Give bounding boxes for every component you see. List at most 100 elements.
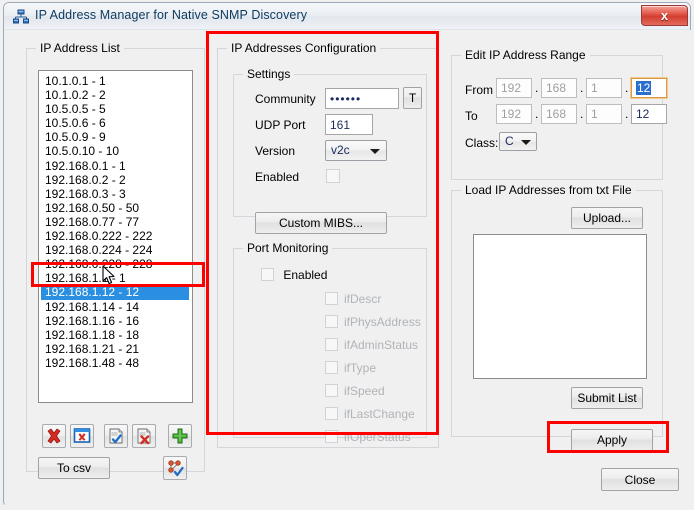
range-from-octet-4[interactable]: 12 <box>631 78 667 98</box>
add-plus-icon <box>171 427 189 445</box>
port-monitoring-enabled-label: Enabled <box>283 268 327 282</box>
class-chevron-down-icon <box>521 140 531 145</box>
range-from-octet-1[interactable]: 192 <box>496 78 532 98</box>
port-option-row[interactable]: ifAdminStatus <box>325 338 418 352</box>
list-item[interactable]: 192.168.1.14 - 14 <box>43 300 190 314</box>
apply-button[interactable]: Apply <box>571 429 653 451</box>
settings-enabled-checkbox[interactable] <box>326 169 340 183</box>
port-option-row[interactable]: ifDescr <box>325 292 381 306</box>
custom-mibs-button-label: Custom MIBS... <box>279 216 363 230</box>
port-option-label: ifPhysAddress <box>344 315 421 329</box>
upload-button[interactable]: Upload... <box>571 207 643 229</box>
list-item[interactable]: 192.168.0.3 - 3 <box>43 187 190 201</box>
close-button[interactable]: Close <box>601 468 679 491</box>
range-to-octet-4[interactable]: 12 <box>631 104 667 124</box>
delete-all-icon <box>73 427 91 445</box>
submit-list-button[interactable]: Submit List <box>571 387 643 409</box>
settings-group-title: Settings <box>243 67 294 81</box>
range-to-dot-3: . <box>625 104 628 124</box>
port-option-row[interactable]: ifOperStatus <box>325 430 411 444</box>
range-from-octet-3[interactable]: 1 <box>586 78 622 98</box>
submit-list-button-label: Submit List <box>577 391 636 405</box>
list-item[interactable]: 192.168.0.224 - 224 <box>43 243 190 257</box>
application-window: IP Address Manager for Native SNMP Disco… <box>0 0 694 510</box>
version-select-value: v2c <box>331 143 350 157</box>
configuration-group-title: IP Addresses Configuration <box>227 41 380 55</box>
title-bar: IP Address Manager for Native SNMP Disco… <box>4 3 690 30</box>
custom-mibs-button[interactable]: Custom MIBS... <box>255 212 387 234</box>
close-window-button[interactable]: x <box>641 5 688 26</box>
port-monitoring-enabled-checkbox[interactable] <box>261 268 274 281</box>
port-option-checkbox <box>325 292 338 305</box>
list-item[interactable]: 192.168.0.77 - 77 <box>43 215 190 229</box>
range-to-dot-2: . <box>580 104 583 124</box>
list-item[interactable]: 10.5.0.6 - 6 <box>43 116 190 130</box>
port-option-label: ifOperStatus <box>344 430 411 444</box>
port-option-checkbox <box>325 430 338 443</box>
list-item[interactable]: 192.168.0.50 - 50 <box>43 201 190 215</box>
port-monitoring-group-title: Port Monitoring <box>243 241 332 255</box>
port-option-row[interactable]: ifLastChange <box>325 407 415 421</box>
port-option-row[interactable]: ifType <box>325 361 376 375</box>
list-item[interactable]: 192.168.0.1 - 1 <box>43 159 190 173</box>
enable-document-icon <box>107 427 125 445</box>
loaded-file-content <box>474 235 646 241</box>
ip-address-listbox[interactable]: 10.1.0.1 - 110.1.0.2 - 210.5.0.5 - 510.5… <box>38 70 193 403</box>
list-item[interactable]: 192.168.0.222 - 222 <box>43 229 190 243</box>
delete-ip-button[interactable] <box>42 424 66 448</box>
list-item[interactable]: 192.168.1.48 - 48 <box>43 356 190 370</box>
list-item[interactable]: 192.168.1.1 - 1 <box>43 271 190 285</box>
list-item[interactable]: 192.168.1.16 - 16 <box>43 314 190 328</box>
close-button-label: Close <box>625 473 656 487</box>
community-input[interactable]: •••••• <box>325 88 399 109</box>
enable-ip-button[interactable] <box>104 424 128 448</box>
udp-port-input[interactable]: 161 <box>325 114 373 135</box>
list-item[interactable]: 192.168.0.228 - 228 <box>43 257 190 271</box>
list-item[interactable]: 192.168.1.12 - 12 <box>41 285 189 299</box>
port-option-row[interactable]: ifPhysAddress <box>325 315 421 329</box>
port-option-checkbox <box>325 361 338 374</box>
delete-icon <box>45 427 63 445</box>
port-option-checkbox <box>325 407 338 420</box>
loaded-file-textarea[interactable] <box>473 234 647 379</box>
range-from-octet-4-value: 12 <box>636 81 651 95</box>
list-item[interactable]: 192.168.1.18 - 18 <box>43 328 190 342</box>
add-ip-button[interactable] <box>168 424 192 448</box>
class-select[interactable]: C <box>499 132 537 151</box>
to-csv-button[interactable]: To csv <box>38 457 110 479</box>
community-label: Community <box>255 92 316 106</box>
list-item[interactable]: 10.5.0.5 - 5 <box>43 102 190 116</box>
list-item[interactable]: 10.5.0.10 - 10 <box>43 144 190 158</box>
client-area: IP Address List 10.1.0.1 - 110.1.0.2 - 2… <box>5 30 691 505</box>
port-option-label: ifSpeed <box>344 384 385 398</box>
list-item[interactable]: 10.5.0.9 - 9 <box>43 130 190 144</box>
community-toggle-label: T <box>409 91 416 105</box>
ip-address-list-group-title: IP Address List <box>36 41 124 55</box>
port-option-label: ifLastChange <box>344 407 415 421</box>
udp-port-label: UDP Port <box>255 118 305 132</box>
port-option-label: ifAdminStatus <box>344 338 418 352</box>
network-discovery-button[interactable] <box>163 456 187 480</box>
window-frame: IP Address Manager for Native SNMP Disco… <box>3 2 691 505</box>
range-from-dot-2: . <box>580 78 583 98</box>
range-from-octet-2[interactable]: 168 <box>541 78 577 98</box>
list-item[interactable]: 192.168.1.21 - 21 <box>43 342 190 356</box>
port-option-label: ifType <box>344 361 376 375</box>
range-to-octet-1[interactable]: 192 <box>496 104 532 124</box>
disable-ip-button[interactable] <box>132 424 156 448</box>
delete-all-ip-button[interactable] <box>70 424 94 448</box>
port-option-row[interactable]: ifSpeed <box>325 384 385 398</box>
range-to-dot-1: . <box>535 104 538 124</box>
list-item[interactable]: 192.168.0.2 - 2 <box>43 173 190 187</box>
port-option-checkbox <box>325 315 338 328</box>
community-toggle-button[interactable]: T <box>403 87 422 109</box>
list-item[interactable]: 10.1.0.2 - 2 <box>43 88 190 102</box>
range-to-octet-3[interactable]: 1 <box>586 104 622 124</box>
version-select[interactable]: v2c <box>325 140 387 161</box>
list-item[interactable]: 10.1.0.1 - 1 <box>43 74 190 88</box>
edit-range-group-title: Edit IP Address Range <box>461 48 590 62</box>
port-option-label: ifDescr <box>344 292 381 306</box>
range-to-octet-2[interactable]: 168 <box>541 104 577 124</box>
port-monitoring-enabled-row[interactable]: Enabled <box>261 268 327 282</box>
settings-enabled-label: Enabled <box>255 170 299 184</box>
